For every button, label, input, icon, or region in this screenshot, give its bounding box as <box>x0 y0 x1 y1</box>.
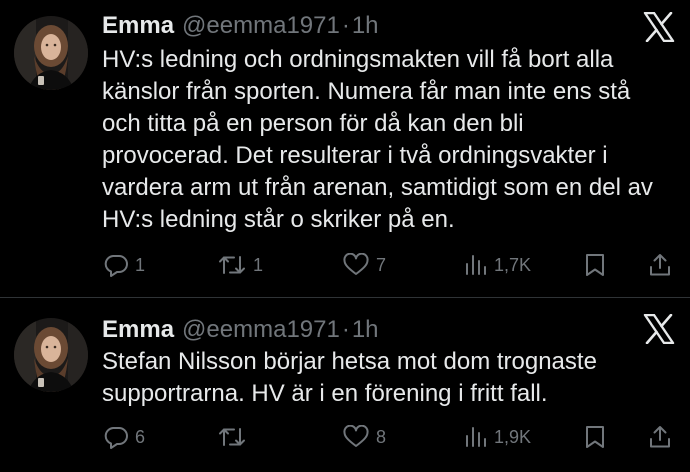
author-name[interactable]: Emma <box>102 12 174 40</box>
like-icon <box>342 253 370 277</box>
tweet-text: HV:s ledning och ordningsmakten vill få … <box>102 44 690 236</box>
like-button[interactable]: 7 <box>342 250 386 280</box>
repost-button[interactable]: 1 <box>217 250 263 280</box>
author-handle[interactable]: @eemma1971 <box>182 316 340 344</box>
bookmark-icon <box>583 424 607 450</box>
reply-count: 6 <box>135 426 146 447</box>
author-handle[interactable]: @eemma1971 <box>182 12 340 40</box>
like-count: 7 <box>376 254 387 275</box>
tweet-text-line: HV:s ledning står o skriker på en. <box>102 206 455 233</box>
views-button[interactable]: 1,9K <box>464 422 531 452</box>
tweet-text-line: Stefan Nilsson börjar hetsa mot dom trog… <box>102 348 597 375</box>
separator-dot: · <box>341 316 350 343</box>
tweet-actions: 6 8 1,9K <box>0 422 690 452</box>
author-name[interactable]: Emma <box>102 316 174 344</box>
bookmark-button[interactable] <box>583 250 607 280</box>
separator-dot: · <box>341 12 350 39</box>
share-button[interactable] <box>648 422 672 452</box>
views-button[interactable]: 1,7K <box>464 250 531 280</box>
timestamp[interactable]: 1h <box>352 316 379 344</box>
like-icon <box>342 425 370 449</box>
tweet-header: Emma @eemma1971 · 1h <box>102 12 379 40</box>
views-icon <box>464 253 488 277</box>
timestamp[interactable]: 1h <box>352 12 379 40</box>
tweet-text-line: känslor från sporten. Numera får man int… <box>102 78 631 105</box>
tweet-actions: 1 1 7 1,7K <box>0 250 690 280</box>
x-logo-icon[interactable] <box>643 313 675 345</box>
share-button[interactable] <box>648 250 672 280</box>
avatar[interactable] <box>14 16 88 90</box>
views-count: 1,7K <box>494 254 532 275</box>
reply-count: 1 <box>135 254 146 275</box>
tweet-text: Stefan Nilsson börjar hetsa mot dom trog… <box>102 346 690 410</box>
share-icon <box>648 424 672 450</box>
tweet-header: Emma @eemma1971 · 1h <box>102 316 379 344</box>
reply-icon <box>103 425 129 449</box>
views-icon <box>464 425 488 449</box>
reply-icon <box>103 253 129 277</box>
x-logo-icon[interactable] <box>643 11 675 43</box>
retweet-icon <box>217 425 247 449</box>
tweet[interactable]: Emma @eemma1971 · 1h Stefan Nilsson börj… <box>0 298 690 472</box>
bookmark-button[interactable] <box>583 422 607 452</box>
tweet-text-line: provocerad. Det resulterar i två ordning… <box>102 142 608 169</box>
bookmark-icon <box>583 252 607 278</box>
like-button[interactable]: 8 <box>342 422 386 452</box>
share-icon <box>648 252 672 278</box>
reply-button[interactable]: 6 <box>103 422 145 452</box>
repost-count: 1 <box>253 254 264 275</box>
like-count: 8 <box>376 426 387 447</box>
tweet-text-line: HV:s ledning och ordningsmakten vill få … <box>102 46 614 73</box>
repost-button[interactable] <box>217 422 253 452</box>
tweet-text-line: vardera arm ut från arenan, samtidigt so… <box>102 174 653 201</box>
tweet-text-line: supportrarna. HV är i en förening i frit… <box>102 380 548 407</box>
reply-button[interactable]: 1 <box>103 250 145 280</box>
retweet-icon <box>217 253 247 277</box>
tweet[interactable]: Emma @eemma1971 · 1h HV:s ledning och or… <box>0 0 690 297</box>
tweet-text-line: och titta på en person för då kan den bl… <box>102 110 524 137</box>
avatar[interactable] <box>14 318 88 392</box>
views-count: 1,9K <box>494 426 532 447</box>
